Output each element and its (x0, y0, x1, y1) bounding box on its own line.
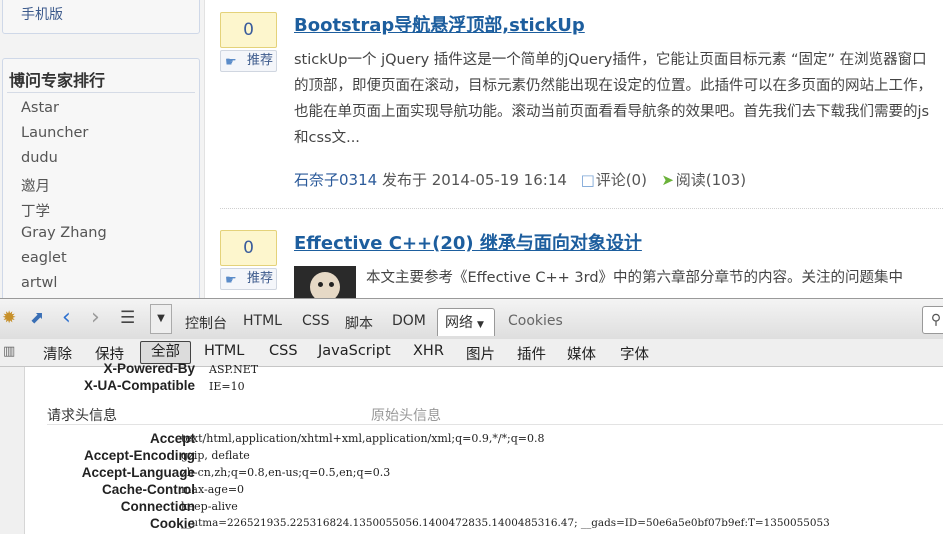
ranking-item[interactable]: eaglet (21, 250, 67, 266)
filter-css[interactable]: CSS (269, 343, 298, 359)
header-value: max-age=0 (181, 483, 245, 496)
post-date: 发布于 2014-05-19 16:14 (381, 171, 567, 189)
header-name: Accept-Language (81, 465, 195, 480)
header-value: IE=10 (209, 380, 245, 393)
recommend-label: 推荐 (246, 271, 273, 286)
read-count: 阅读(103) (675, 171, 747, 189)
filter-xhr[interactable]: XHR (413, 343, 444, 359)
header-value: keep-alive (181, 500, 238, 513)
filter-html[interactable]: HTML (204, 343, 244, 359)
menu-dropdown-button[interactable]: ▼ (150, 304, 172, 334)
post-title-link[interactable]: Effective C++(20) 继承与面向对象设计 (294, 229, 642, 255)
comment-icon: □ (580, 171, 595, 189)
tab-script[interactable]: 脚本 (345, 313, 373, 333)
digg-widget: 0 ☛ 推荐 (220, 230, 277, 290)
expert-ranking-box: 博问专家排行 Astar Launcher dudu 邀月 丁学 Gray Zh… (2, 58, 200, 298)
header-name: X-Powered-By (103, 361, 195, 376)
inspect-icon[interactable]: ⬈ (30, 308, 44, 328)
ranking-item[interactable]: 邀月 (21, 175, 50, 196)
mobile-version-box: 手机版 (2, 0, 200, 34)
digg-count: 0 (220, 230, 277, 266)
headers-panel: X-Powered-By ASP.NET X-UA-Compatible IE=… (0, 361, 943, 534)
firebug-toolbar: ✹ ⬈ ‹ › ☰ ▼ 控制台 HTML CSS 脚本 DOM 网络 ▼ Cook… (0, 298, 943, 340)
filter-media[interactable]: 媒体 (567, 343, 596, 364)
divider (47, 424, 943, 425)
post-list: 0 ☛ 推荐 Bootstrap导航悬浮顶部,stickUp stickUp一个… (205, 0, 943, 298)
web-page: 手机版 博问专家排行 Astar Launcher dudu 邀月 丁学 Gra… (0, 0, 943, 298)
header-value: text/html,application/xhtml+xml,applicat… (181, 432, 545, 445)
post-thumbnail (294, 266, 356, 298)
raw-headers-link[interactable]: 原始头信息 (371, 405, 441, 425)
expert-ranking-title: 博问专家排行 (9, 71, 106, 90)
search-icon[interactable]: ⚲ (922, 306, 943, 334)
recommend-button[interactable]: ☛ 推荐 (220, 50, 277, 72)
digg-widget: 0 ☛ 推荐 (220, 12, 277, 72)
header-name: Accept-Encoding (83, 448, 195, 463)
header-value: __utma=226521935.225316824.1350055056.14… (181, 517, 830, 529)
tab-cookies[interactable]: Cookies (508, 313, 563, 329)
grip-icon: ▥ (3, 344, 16, 359)
chevron-down-icon[interactable]: ▼ (477, 320, 484, 330)
menu-icon[interactable]: ☰ (120, 308, 135, 328)
header-name: X-UA-Compatible (84, 378, 195, 393)
filter-fonts[interactable]: 字体 (620, 343, 649, 364)
request-headers-heading: 请求头信息 (47, 408, 117, 424)
ranking-item[interactable]: Launcher (21, 125, 88, 141)
tab-css[interactable]: CSS (302, 313, 330, 329)
tab-console[interactable]: 控制台 (185, 313, 227, 333)
post-meta: 石奈子0314 发布于 2014-05-19 16:14 □评论(0) ➤ 阅读(… (294, 169, 746, 190)
tab-html[interactable]: HTML (243, 313, 282, 329)
author-link[interactable]: 石奈子0314 (294, 171, 377, 189)
post-title-link[interactable]: Bootstrap导航悬浮顶部,stickUp (294, 11, 585, 37)
header-value: zh-cn,zh;q=0.8,en-us;q=0.5,en;q=0.3 (181, 466, 391, 479)
header-value: ASP.NET (209, 363, 259, 376)
read-arrow-icon: ➤ (661, 171, 674, 189)
tab-net-label: 网络 (445, 315, 473, 331)
panel-gutter (0, 367, 25, 534)
forward-arrow-icon[interactable]: › (91, 305, 100, 330)
ranking-item[interactable]: Astar (21, 100, 59, 116)
ranking-item[interactable]: 丁学 (21, 200, 50, 221)
digg-count: 0 (220, 12, 277, 48)
ranking-item[interactable]: Gray Zhang (21, 225, 107, 241)
post-separator (220, 208, 943, 209)
recommend-label: 推荐 (246, 53, 273, 68)
filter-plugins[interactable]: 插件 (517, 343, 546, 364)
firebug-panel: ✹ ⬈ ‹ › ☰ ▼ 控制台 HTML CSS 脚本 DOM 网络 ▼ Cook… (0, 298, 943, 534)
clear-button[interactable]: 清除 (43, 343, 72, 364)
header-value: gzip, deflate (181, 449, 250, 462)
recommend-button[interactable]: ☛ 推荐 (220, 268, 277, 290)
filter-javascript[interactable]: JavaScript (318, 343, 391, 359)
thumbs-up-icon: ☛ (225, 55, 237, 70)
ranking-item[interactable]: artwl (21, 275, 57, 291)
back-arrow-icon[interactable]: ‹ (62, 305, 71, 330)
mobile-version-link[interactable]: 手机版 (21, 4, 63, 24)
comment-link[interactable]: 评论(0) (596, 171, 647, 189)
tab-net[interactable]: 网络 ▼ (437, 308, 495, 336)
firebug-icon[interactable]: ✹ (2, 308, 16, 328)
post-summary: stickUp一个 jQuery 插件这是一个简单的jQuery插件，它能让页面… (294, 52, 932, 146)
thumbs-up-icon: ☛ (225, 273, 237, 288)
sidebar: 手机版 博问专家排行 Astar Launcher dudu 邀月 丁学 Gra… (0, 0, 205, 298)
post-summary: 本文主要参考《Effective C++ 3rd》中的第六章部分章节的内容。关注… (366, 270, 904, 286)
divider (7, 92, 195, 93)
ranking-item[interactable]: dudu (21, 150, 58, 166)
tab-dom[interactable]: DOM (392, 313, 426, 329)
filter-images[interactable]: 图片 (466, 343, 495, 364)
